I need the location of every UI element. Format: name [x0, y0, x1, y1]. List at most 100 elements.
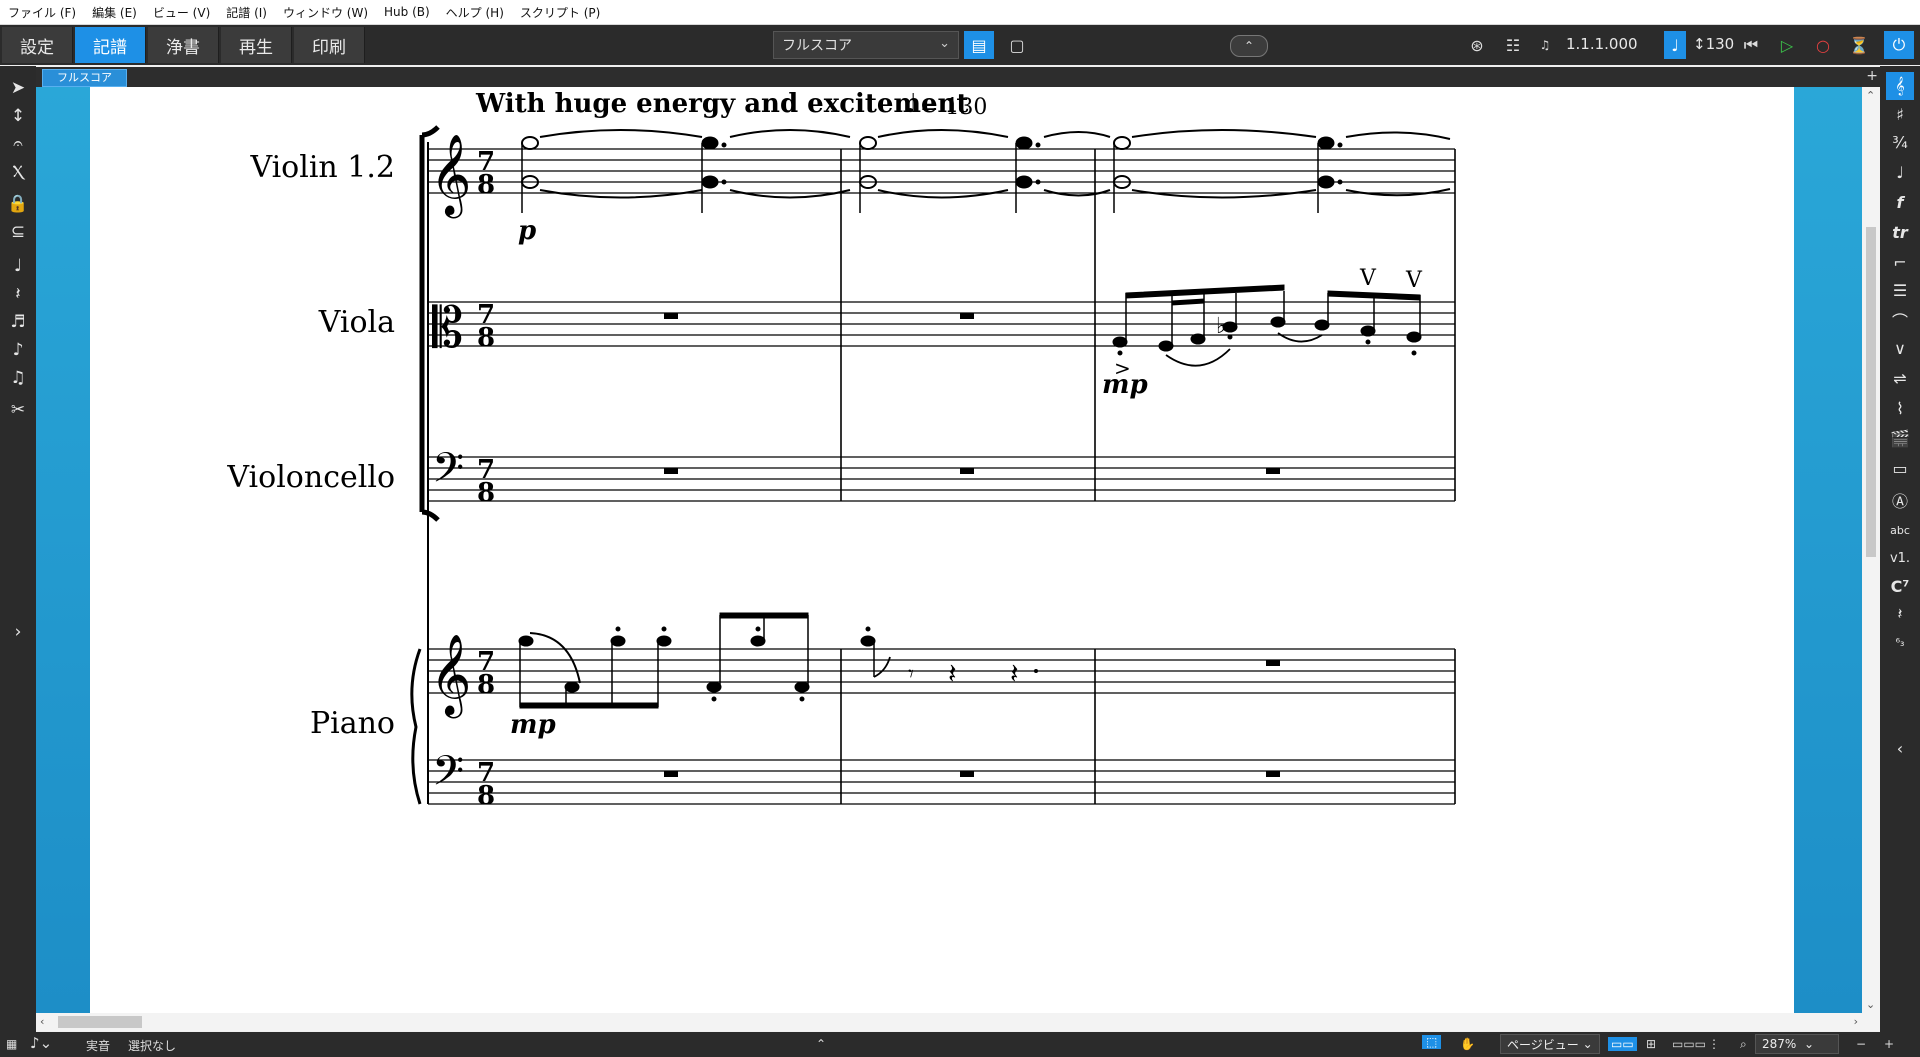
mini-transport-icon[interactable]: ♫ — [1530, 31, 1560, 59]
tempo-icon[interactable]: ♩ — [1886, 158, 1914, 186]
viola-notes — [1112, 284, 1422, 356]
rest-dot — [1034, 669, 1038, 673]
horizontal-scrollbar[interactable]: ‹ › — [36, 1013, 1880, 1031]
select-mode-icon[interactable]: ⬚ — [1422, 1035, 1442, 1049]
notations-toolbar: 𝄞 ♯ ¾ ♩ f tr ⌐ ☰ ⌒ ∨ ⇌ ⌇ 🎬 ▭ Ⓐ abc v1. C… — [1880, 66, 1920, 1032]
chord-symbols-icon[interactable]: C⁷ — [1886, 572, 1914, 600]
mode-engrave-tab[interactable]: 浄書 — [148, 27, 219, 63]
menu-window[interactable]: ウィンドウ (W) — [275, 4, 376, 21]
zoom-select[interactable]: 287% ⌄ — [1755, 1034, 1839, 1054]
horizontal-view-icon[interactable]: ▭▭▭ — [1672, 1037, 1706, 1051]
insert-notes-icon[interactable]: ↕ — [4, 102, 32, 130]
menu-notation[interactable]: 記譜 (I) — [218, 4, 275, 21]
grid-view-icon[interactable]: ⊞ — [1646, 1037, 1656, 1051]
mode-setup-tab[interactable]: 設定 — [2, 27, 73, 63]
expand-panel-icon[interactable]: › — [4, 618, 32, 646]
mode-write-tab[interactable]: 記譜 — [75, 27, 146, 63]
view-mode-select[interactable]: ページビュー ⌄ — [1500, 1034, 1600, 1054]
metronome-icon[interactable]: ⏳ — [1844, 31, 1874, 59]
scroll-left-icon[interactable]: ‹ — [40, 1015, 44, 1028]
instrument-name-viola: Viola — [318, 305, 395, 340]
repeat-endings-icon[interactable]: ⌐ — [1886, 248, 1914, 276]
figured-bass-icon[interactable]: 𝄽 — [1886, 600, 1914, 628]
bass-clef-icon: 𝄢 — [432, 747, 464, 805]
power-icon[interactable]: ⏻ — [1884, 31, 1914, 59]
note-input-icon[interactable]: ♪⌄ — [30, 1034, 52, 1052]
verse-icon[interactable]: v1. — [1886, 544, 1914, 572]
collapse-panel-icon[interactable]: ‹ — [1886, 734, 1914, 762]
tuplet-icon[interactable]: ♬ — [4, 308, 32, 336]
fermata-icon[interactable]: ⌒ — [1886, 306, 1914, 334]
comment-icon[interactable]: ▭ — [1886, 454, 1914, 482]
vertical-view-icon[interactable]: ⋮ — [1708, 1037, 1720, 1051]
vertical-scroll-thumb[interactable] — [1866, 227, 1876, 557]
zoom-icon: ⌕ — [1740, 1037, 1747, 1051]
mode-toolbar: 設定 記譜 浄書 再生 印刷 フルスコア ⌄ ▤ ▢ ⌃ ⊛ ☷ ♫ 1.1.1… — [0, 25, 1920, 65]
cut-note-icon[interactable]: ✂ — [4, 396, 32, 424]
menu-file[interactable]: ファイル (F) — [0, 4, 84, 21]
keyboard-icon[interactable]: ▦ — [6, 1037, 17, 1051]
scroll-up-icon[interactable]: ⌃ — [1866, 89, 1875, 102]
glissando-icon[interactable]: ⇌ — [1886, 364, 1914, 392]
rewind-icon[interactable]: ⏮ — [1736, 31, 1766, 59]
clef-icon[interactable]: 𝄞 — [1886, 72, 1914, 100]
play-icon[interactable]: ▷ — [1772, 31, 1802, 59]
key-signature-icon[interactable]: ♯ — [1886, 100, 1914, 128]
whole-rests — [664, 313, 1280, 777]
alto-clef-icon: 𝄡 — [432, 296, 463, 361]
video-reel-icon[interactable]: ⊛ — [1462, 31, 1492, 59]
lyrics-icon[interactable]: abc — [1886, 516, 1914, 544]
slash-tool-icon[interactable]: 𝄐 — [4, 130, 32, 158]
dynamics-icon[interactable]: f — [1886, 188, 1914, 216]
spread-view-icon[interactable]: ▭▭ — [1608, 1037, 1637, 1051]
mixer-icon[interactable]: ☷ — [1498, 31, 1528, 59]
viola-slurs — [1165, 332, 1323, 367]
menu-hub[interactable]: Hub (B) — [376, 5, 438, 19]
expand-lower-zone-icon[interactable]: ⌃ — [816, 1037, 826, 1051]
horizontal-scroll-thumb[interactable] — [58, 1016, 142, 1028]
record-icon[interactable]: ○ — [1808, 31, 1838, 59]
hide-toolbar-toggle[interactable]: ⌃ — [1230, 35, 1268, 57]
treble-clef-icon: 𝄞 — [430, 133, 471, 218]
time-signature-icon[interactable]: ¾ — [1886, 128, 1914, 156]
zoom-in-icon[interactable]: + — [1884, 1037, 1894, 1051]
click-note-icon[interactable]: ♩ — [1664, 31, 1686, 59]
staff-piano-lh — [428, 759, 1455, 805]
zoom-out-icon[interactable]: − — [1856, 1037, 1866, 1051]
scroll-right-icon[interactable]: › — [1854, 1015, 1858, 1028]
vertical-scrollbar[interactable]: ⌃ ⌄ — [1862, 87, 1880, 1013]
bar-repeats-icon[interactable]: ☰ — [1886, 276, 1914, 304]
fingering-icon[interactable]: ⁶₃ — [1886, 628, 1914, 656]
layout-select[interactable]: フルスコア ⌄ — [773, 31, 959, 59]
caret-icon[interactable]: ⊆ — [4, 218, 32, 246]
cue-icon[interactable]: 🎬 — [1886, 424, 1914, 452]
mode-play-tab[interactable]: 再生 — [221, 27, 292, 63]
scroll-down-icon[interactable]: ⌄ — [1866, 998, 1875, 1011]
scissors-icon[interactable]: Ⲭ — [4, 158, 32, 186]
ear-icon[interactable]: ⌇ — [1886, 394, 1914, 422]
galley-view-icon[interactable]: ▤ — [964, 31, 994, 59]
layout-tab-row: フルスコア + — [36, 67, 1880, 87]
lock-icon[interactable]: 🔒 — [4, 190, 32, 218]
menu-view[interactable]: ビュー (V) — [145, 4, 218, 21]
score-viewport[interactable]: With huge energy and excitement ♩ = 130 … — [36, 87, 1862, 1013]
menu-help[interactable]: ヘルプ (H) — [438, 4, 512, 21]
pitch-mode[interactable]: 実音 — [86, 1037, 110, 1054]
piano-slur — [529, 632, 581, 684]
add-tab-icon[interactable]: + — [1866, 68, 1878, 84]
text-box-icon[interactable]: Ⓐ — [1886, 486, 1914, 514]
rest-icon[interactable]: 𝄽 — [4, 280, 32, 308]
grace-note-icon[interactable]: ♪ — [4, 336, 32, 364]
svg-text:8: 8 — [477, 781, 495, 811]
panel-toggle-icon[interactable]: ▢ — [1002, 31, 1032, 59]
tab-fullscore[interactable]: フルスコア — [42, 69, 127, 87]
ornaments-icon[interactable]: tr — [1886, 218, 1914, 246]
menu-edit[interactable]: 編集 (E) — [84, 4, 145, 21]
note-value-icon[interactable]: ♩ — [4, 252, 32, 280]
menu-script[interactable]: スクリプト (P) — [512, 4, 608, 21]
select-arrow-icon[interactable]: ➤ — [4, 74, 32, 102]
stems-icon[interactable]: ♫ — [4, 364, 32, 392]
hand-tool-icon[interactable]: ✋ — [1460, 1037, 1475, 1051]
bow-marks-icon[interactable]: ∨ — [1886, 334, 1914, 362]
mode-print-tab[interactable]: 印刷 — [294, 27, 365, 63]
